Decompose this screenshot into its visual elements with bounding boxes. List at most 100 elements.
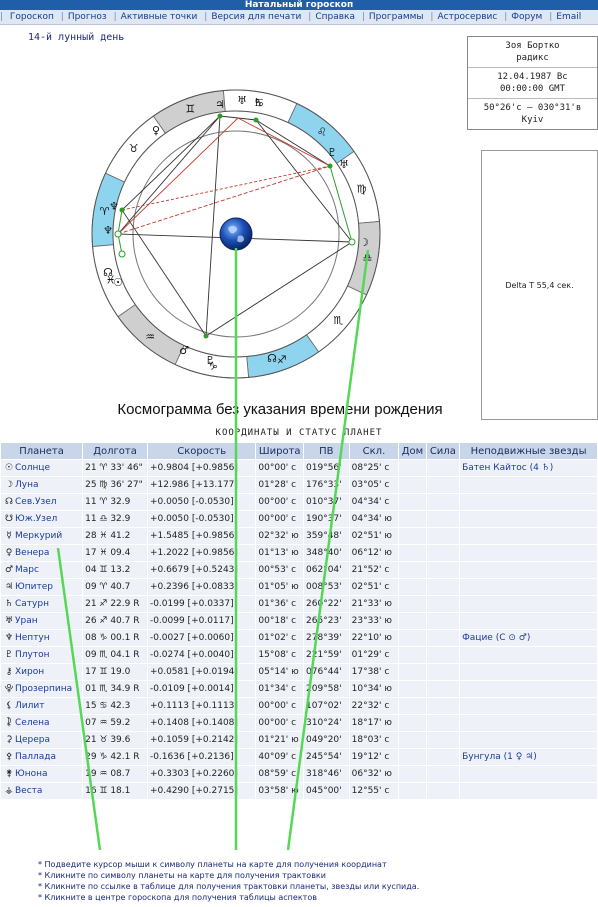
latitude-cell: 01°34' с [256,681,304,697]
pluto-symbol[interactable]: ♇ [327,146,337,159]
fixed-star-cell [460,579,597,595]
col-declination: Скл. [349,443,399,459]
mars-symbol[interactable]: ♂ [179,344,189,357]
planet-link[interactable]: Сатурн [15,599,49,609]
earth-center[interactable] [219,217,253,251]
declination-cell: 06°32' ю [349,766,399,782]
planet-name-cell[interactable]: ♅ Уран [1,613,83,629]
planet-link[interactable]: Солнце [15,463,50,473]
planet-name-cell[interactable]: ♄ Сатурн [1,596,83,612]
house-cell [399,511,426,527]
planet-name-cell[interactable]: ☽ Луна [1,477,83,493]
planet-link[interactable]: Сев.Узел [15,497,57,507]
menu-email[interactable]: Email [552,12,585,22]
planet-name-cell[interactable]: ☉ Солнце [1,460,83,476]
venus-symbol[interactable]: ♆ [103,224,113,237]
planet-name-cell[interactable]: ⚶ Веста [1,783,83,799]
fixed-star-cell [460,596,597,612]
neptune-symbol[interactable]: ♅ [339,158,349,171]
natal-chart[interactable]: ♈♉♊ ♋♌♍♎♏♐♑♒♓ ♃ ♅ ♄ ♀ ♇ ♅ ☽ ♆ ☊ ☉ ♂ ♇ ☊ … [60,64,410,404]
ceres-symbol[interactable]: ♇ [205,354,215,367]
house-cell [399,732,426,748]
menu-print-version[interactable]: Версия для печати [207,12,305,22]
pv-cell: 062°04' [304,562,349,578]
planet-name-cell[interactable]: ♂ Марс [1,562,83,578]
table-row: ☉ Солнце 21 ♈ 33' 46" +0.9804 [+0.9856] 00°0… [1,460,597,476]
planet-name-cell[interactable]: ☋ Юж.Узел [1,511,83,527]
house-cell [399,647,426,663]
planet-link[interactable]: Веста [15,786,42,796]
latitude-cell: 03°58' ю [256,783,304,799]
speed-cell: +0.2396 [+0.0833] [147,579,256,595]
menu-forum[interactable]: Форум [507,12,546,22]
declination-cell: 21°33' ю [349,596,399,612]
planet-link[interactable]: Венера [15,548,49,558]
planet-link[interactable]: Селена [15,718,50,728]
saturn-symbol[interactable]: ♄ [253,96,263,109]
fixed-star-cell[interactable]: Фацие (С ⊙ ♂) [460,630,597,646]
strength-cell [426,528,460,544]
menu-programs[interactable]: Программы [365,12,428,22]
planet-glyph-icon: ♄ [4,599,14,609]
planet-name-cell[interactable]: ⚳ Церера [1,732,83,748]
planet-link[interactable]: Прозерпина [15,684,72,694]
planet-link[interactable]: Лилит [15,701,44,711]
declination-cell: 22°32' с [349,698,399,714]
speed-cell: -0.0027 [+0.0060] [147,630,256,646]
menu-astroservice[interactable]: Астросервис [433,12,501,22]
planet-name-cell[interactable]: ⚸ Лилит [1,698,83,714]
menu-active-points[interactable]: Активные точки [117,12,202,22]
longitude-cell: 09 ♈ 40.7 [83,579,147,595]
house-cell [399,715,426,731]
uranus-symbol[interactable]: ♅ [237,94,247,107]
planet-name-cell[interactable]: ⯝ Селена [1,715,83,731]
menu-help[interactable]: Справка [311,12,359,22]
planet-link[interactable]: Нептун [15,633,50,643]
longitude-cell: 17 ♓ 09.4 [83,545,147,561]
planet-link[interactable]: Хирон [15,667,44,677]
planet-link[interactable]: Меркурий [15,531,62,541]
fixed-star-cell[interactable]: Батен Кайтос (4 ♄) [460,460,597,476]
house-cell [399,562,426,578]
sign-virgo-icon: ♍ [357,182,367,195]
planet-link[interactable]: Юнона [15,769,48,779]
house-cell [399,766,426,782]
vesta-symbol[interactable]: ☊ [103,266,113,279]
speed-cell: +0.0050 [-0.0530] [147,494,256,510]
birth-time: 00:00:00 GMT [499,84,566,94]
strength-cell [426,545,460,561]
planet-name-cell[interactable]: ⚴ Паллада [1,749,83,765]
mercury-symbol[interactable]: ♀ [152,124,160,137]
fixed-star-cell [460,664,597,680]
planet-link[interactable]: Плутон [15,650,49,660]
pv-cell: 278°39' [304,630,349,646]
menu-forecast[interactable]: Прогноз [64,12,111,22]
planet-name-cell[interactable]: ⚷ Хирон [1,664,83,680]
planet-name-cell[interactable]: ♇ Плутон [1,647,83,663]
fixed-star-cell[interactable]: Бунгула (1 ♀ ♃) [460,749,597,765]
fixed-star-cell [460,511,597,527]
planet-link[interactable]: Юпитер [15,582,53,592]
jupiter-symbol[interactable]: ♃ [215,98,225,111]
planet-link[interactable]: Церера [15,735,50,745]
planet-link[interactable]: Уран [15,616,38,626]
planet-link[interactable]: Юж.Узел [15,514,57,524]
longitude-cell: 11 ♎ 32.9 [83,511,147,527]
moon-symbol[interactable]: ☽ [359,236,369,249]
planet-name-cell[interactable]: ☿ Меркурий [1,528,83,544]
lilith-symbol[interactable]: ☊ [267,352,277,365]
chiron-symbol[interactable]: ♆ [109,200,119,213]
planet-name-cell[interactable]: ♀ Венера [1,545,83,561]
menu-horoscope[interactable]: Гороскоп [6,12,58,22]
house-cell [399,749,426,765]
planet-link[interactable]: Марс [15,565,39,575]
planet-name-cell[interactable]: ♃ Юпитер [1,579,83,595]
planet-link[interactable]: Луна [15,480,39,490]
planet-name-cell[interactable]: ☊ Сев.Узел [1,494,83,510]
planet-link[interactable]: Паллада [15,752,56,762]
planet-name-cell[interactable]: ⯓ Прозерпина [1,681,83,697]
sun-symbol[interactable]: ☉ [113,276,123,289]
planet-name-cell[interactable]: ⚵ Юнона [1,766,83,782]
planet-name-cell[interactable]: ♆ Нептун [1,630,83,646]
longitude-cell: 07 ♒ 59.2 [83,715,147,731]
